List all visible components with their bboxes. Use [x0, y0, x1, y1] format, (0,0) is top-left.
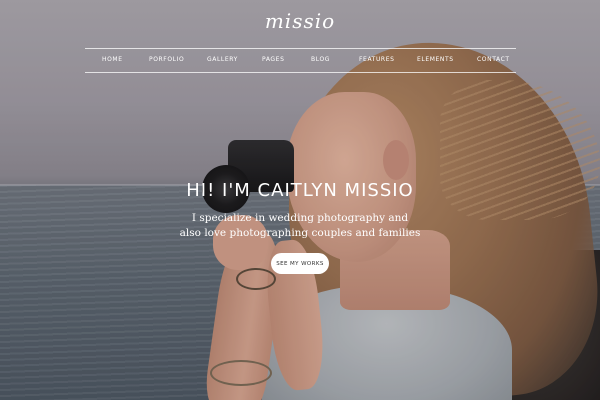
main-nav: HOME PORFOLIO GALLERY PAGES BLOG FEATURE…: [85, 48, 516, 73]
nav-item-pages[interactable]: PAGES: [262, 56, 284, 63]
hero-subtitle-line-1: I specialize in wedding photography and: [191, 212, 409, 224]
nav-item-features[interactable]: FEATURES: [359, 56, 395, 63]
hero-section: missio HOME PORFOLIO GALLERY PAGES BLOG …: [0, 0, 600, 400]
nav-item-gallery[interactable]: GALLERY: [207, 56, 238, 63]
nav-item-elements[interactable]: ELEMENTS: [417, 56, 454, 63]
hero-title: HI! I'M CAITLYN MISSIO: [186, 180, 414, 201]
hero-subtitle: I specialize in wedding photography and …: [0, 211, 600, 241]
nav-item-home[interactable]: HOME: [102, 56, 123, 63]
site-logo[interactable]: missio: [0, 9, 600, 33]
see-my-works-button[interactable]: SEE MY WORKS: [271, 253, 329, 274]
nav-item-blog[interactable]: BLOG: [311, 56, 330, 63]
nav-item-portfolio[interactable]: PORFOLIO: [149, 56, 184, 63]
nav-item-contact[interactable]: CONTACT: [477, 56, 510, 63]
hero-subtitle-line-2: also love photographing couples and fami…: [179, 227, 421, 239]
